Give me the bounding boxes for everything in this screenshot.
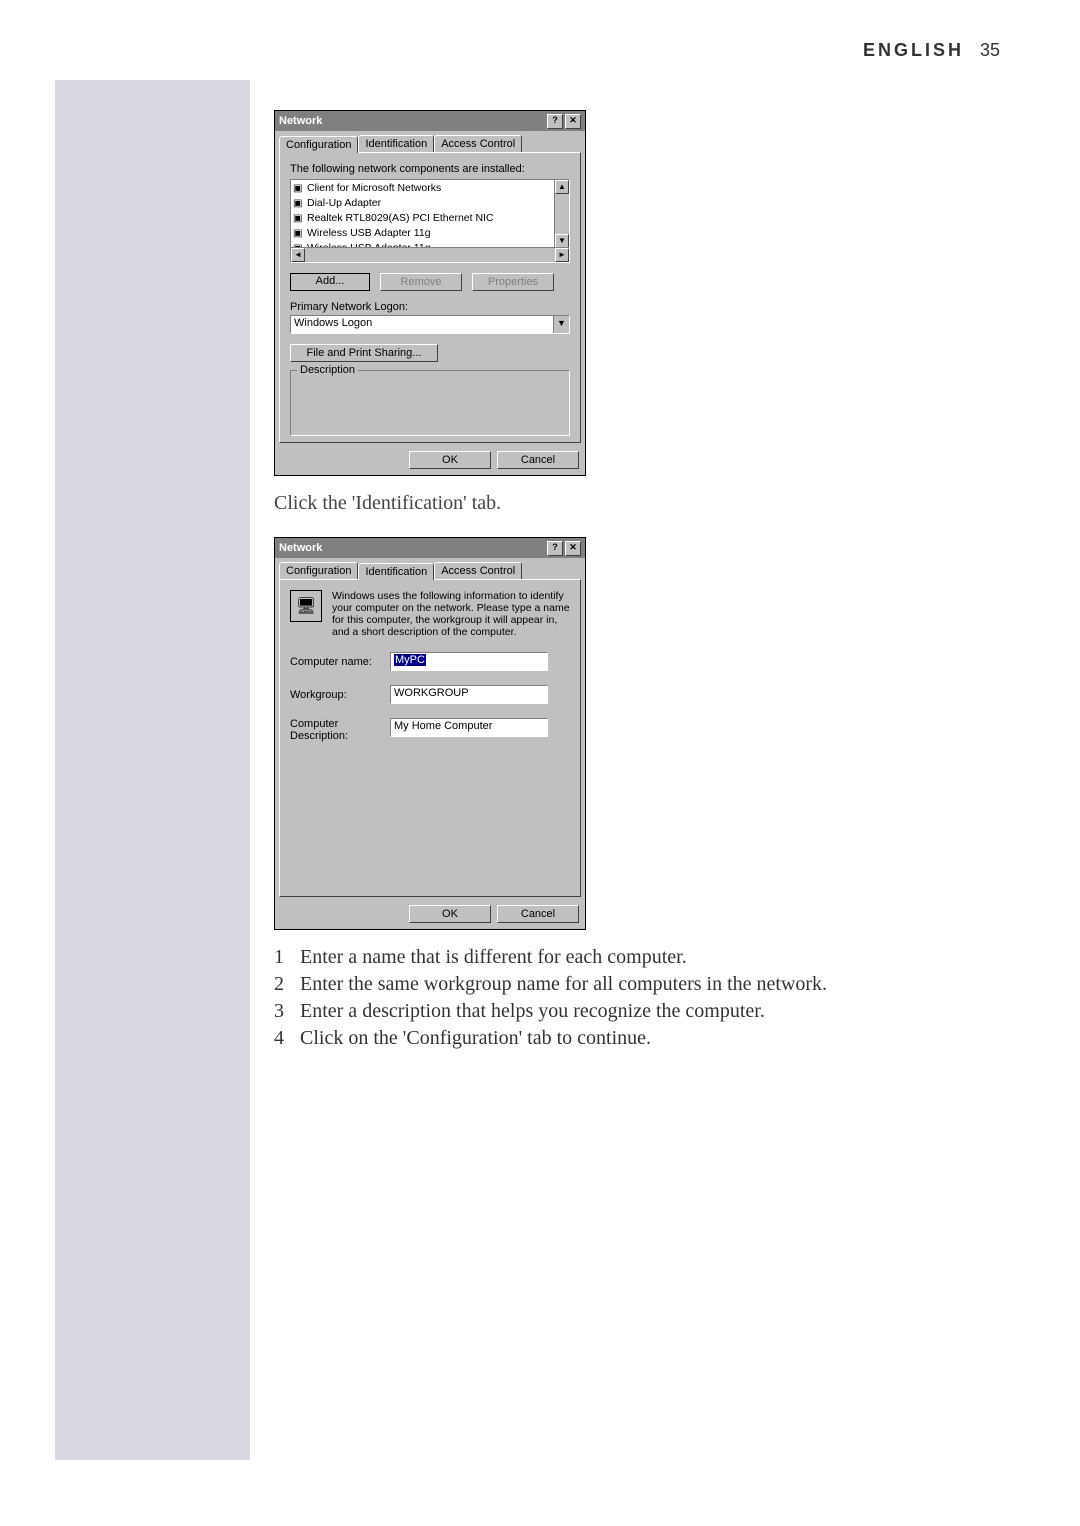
horizontal-scrollbar[interactable]: ◄ ► [291, 247, 569, 262]
close-button[interactable]: ✕ [565, 114, 581, 129]
primary-logon-dropdown[interactable]: Windows Logon ▼ [290, 315, 570, 334]
tab-body-identification: 🖥 Windows uses the following information… [279, 579, 581, 897]
description-legend: Description [297, 364, 358, 376]
computer-description-input[interactable]: My Home Computer [390, 718, 548, 737]
step-number: 3 [274, 1000, 300, 1023]
tab-body-configuration: The following network components are ins… [279, 152, 581, 443]
step-text: Enter a name that is different for each … [300, 946, 687, 969]
left-sidebar [55, 80, 250, 1460]
close-button[interactable]: ✕ [565, 541, 581, 556]
computer-name-label: Computer name: [290, 656, 380, 668]
properties-button[interactable]: Properties [472, 273, 554, 291]
ok-button[interactable]: OK [409, 451, 491, 469]
tab-access-control[interactable]: Access Control [434, 135, 522, 152]
language-label: ENGLISH [863, 40, 964, 60]
computer-description-label: Computer Description: [290, 718, 380, 742]
components-installed-label: The following network components are ins… [290, 163, 570, 175]
file-print-sharing-button[interactable]: File and Print Sharing... [290, 344, 438, 362]
components-listbox[interactable]: ▣Client for Microsoft Networks ▣Dial-Up … [290, 179, 570, 263]
primary-logon-value: Windows Logon [291, 316, 553, 333]
computer-icon: 🖥 [290, 590, 322, 622]
titlebar: Network ? ✕ [275, 538, 585, 558]
page-number: 35 [980, 40, 1000, 60]
scroll-left-icon[interactable]: ◄ [291, 248, 305, 262]
list-item[interactable]: ▣Dial-Up Adapter [293, 196, 567, 211]
tab-strip: Configuration Identification Access Cont… [275, 131, 585, 152]
list-item[interactable]: ▣Wireless USB Adapter 11g [293, 226, 567, 241]
instruction-caption: Click the 'Identification' tab. [274, 492, 994, 515]
adapter-icon: ▣ [293, 197, 307, 211]
tab-configuration[interactable]: Configuration [279, 136, 358, 153]
identification-info-text: Windows uses the following information t… [332, 590, 570, 638]
network-dialog-identification: Network ? ✕ Configuration Identification… [274, 537, 586, 930]
adapter-icon: ▣ [293, 212, 307, 226]
vertical-scrollbar[interactable]: ▲ ▼ [554, 180, 569, 248]
add-button[interactable]: Add... [290, 273, 370, 291]
ok-button[interactable]: OK [409, 905, 491, 923]
step-text: Enter the same workgroup name for all co… [300, 973, 827, 996]
help-button[interactable]: ? [547, 541, 563, 556]
numbered-steps: 1Enter a name that is different for each… [274, 946, 994, 1050]
scroll-up-icon[interactable]: ▲ [555, 180, 569, 194]
step-text: Enter a description that helps you recog… [300, 1000, 765, 1023]
tab-strip: Configuration Identification Access Cont… [275, 558, 585, 579]
tab-configuration[interactable]: Configuration [279, 562, 358, 579]
cancel-button[interactable]: Cancel [497, 905, 579, 923]
dialog-title: Network [279, 542, 322, 554]
list-item[interactable]: ▣Client for Microsoft Networks [293, 181, 567, 196]
titlebar: Network ? ✕ [275, 111, 585, 131]
client-icon: ▣ [293, 182, 307, 196]
step-number: 1 [274, 946, 300, 969]
step-text: Click on the 'Configuration' tab to cont… [300, 1027, 651, 1050]
scroll-down-icon[interactable]: ▼ [555, 234, 569, 248]
help-button[interactable]: ? [547, 114, 563, 129]
adapter-icon: ▣ [293, 227, 307, 241]
page-header: ENGLISH 35 [863, 40, 1000, 61]
list-item[interactable]: ▣Realtek RTL8029(AS) PCI Ethernet NIC [293, 211, 567, 226]
computer-name-input[interactable]: MyPC [390, 652, 548, 671]
dialog-title: Network [279, 115, 322, 127]
network-dialog-configuration: Network ? ✕ Configuration Identification… [274, 110, 586, 476]
workgroup-label: Workgroup: [290, 689, 380, 701]
tab-access-control[interactable]: Access Control [434, 562, 522, 579]
tab-identification[interactable]: Identification [358, 563, 434, 580]
step-number: 2 [274, 973, 300, 996]
tab-identification[interactable]: Identification [358, 135, 434, 152]
cancel-button[interactable]: Cancel [497, 451, 579, 469]
remove-button[interactable]: Remove [380, 273, 462, 291]
workgroup-input[interactable]: WORKGROUP [390, 685, 548, 704]
chevron-down-icon[interactable]: ▼ [553, 316, 569, 333]
primary-logon-label: Primary Network Logon: [290, 301, 570, 313]
scroll-right-icon[interactable]: ► [555, 248, 569, 262]
step-number: 4 [274, 1027, 300, 1050]
content-area: Network ? ✕ Configuration Identification… [274, 110, 994, 1054]
description-groupbox: Description [290, 370, 570, 436]
